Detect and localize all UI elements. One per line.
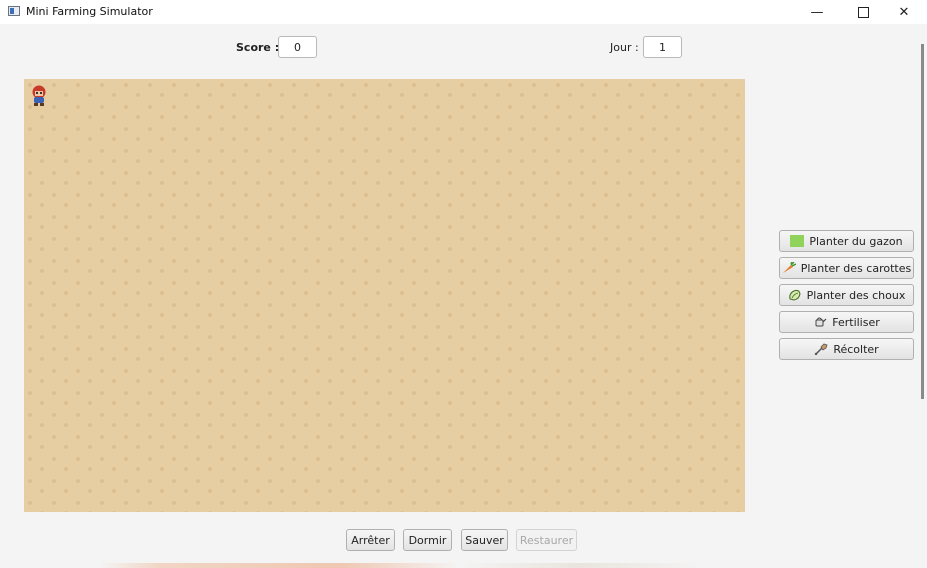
restore-button: Restaurer — [516, 529, 577, 551]
plant-carrots-button[interactable]: Planter des carottes — [779, 257, 914, 279]
day-label: Jour : — [610, 41, 639, 54]
plant-grass-label: Planter du gazon — [809, 234, 903, 248]
window-title: Mini Farming Simulator — [26, 5, 153, 18]
stop-button[interactable]: Arrêter — [346, 529, 395, 551]
maximize-icon — [857, 6, 869, 18]
title-bar: Mini Farming Simulator — ✕ — [0, 0, 927, 24]
day-field: 1 — [643, 36, 682, 58]
close-button[interactable]: ✕ — [881, 0, 927, 24]
watering-can-icon — [813, 316, 827, 328]
fertilize-label: Fertiliser — [832, 315, 880, 329]
carrot-icon — [782, 261, 797, 274]
cabbage-icon — [788, 289, 802, 301]
sleep-button[interactable]: Dormir — [403, 529, 452, 551]
background-strip — [100, 563, 700, 568]
minimize-icon: — — [810, 4, 824, 20]
score-label: Score : — [236, 41, 280, 54]
plant-cabbages-button[interactable]: Planter des choux — [779, 284, 914, 306]
minimize-button[interactable]: — — [794, 0, 840, 24]
farm-field[interactable] — [24, 79, 745, 512]
scrollbar[interactable] — [921, 44, 924, 399]
farmer-icon — [32, 85, 46, 106]
harvest-button[interactable]: Récolter — [779, 338, 914, 360]
fertilize-button[interactable]: Fertiliser — [779, 311, 914, 333]
harvest-label: Récolter — [833, 342, 879, 356]
shovel-icon — [814, 343, 828, 356]
score-field: 0 — [278, 36, 317, 58]
app-icon — [8, 6, 20, 16]
grass-icon — [790, 235, 805, 247]
plant-carrots-label: Planter des carottes — [800, 261, 912, 275]
plant-grass-button[interactable]: Planter du gazon — [779, 230, 914, 252]
save-button[interactable]: Sauver — [461, 529, 508, 551]
plant-cabbages-label: Planter des choux — [806, 288, 906, 302]
maximize-button[interactable] — [840, 0, 886, 24]
close-icon: ✕ — [898, 4, 910, 20]
